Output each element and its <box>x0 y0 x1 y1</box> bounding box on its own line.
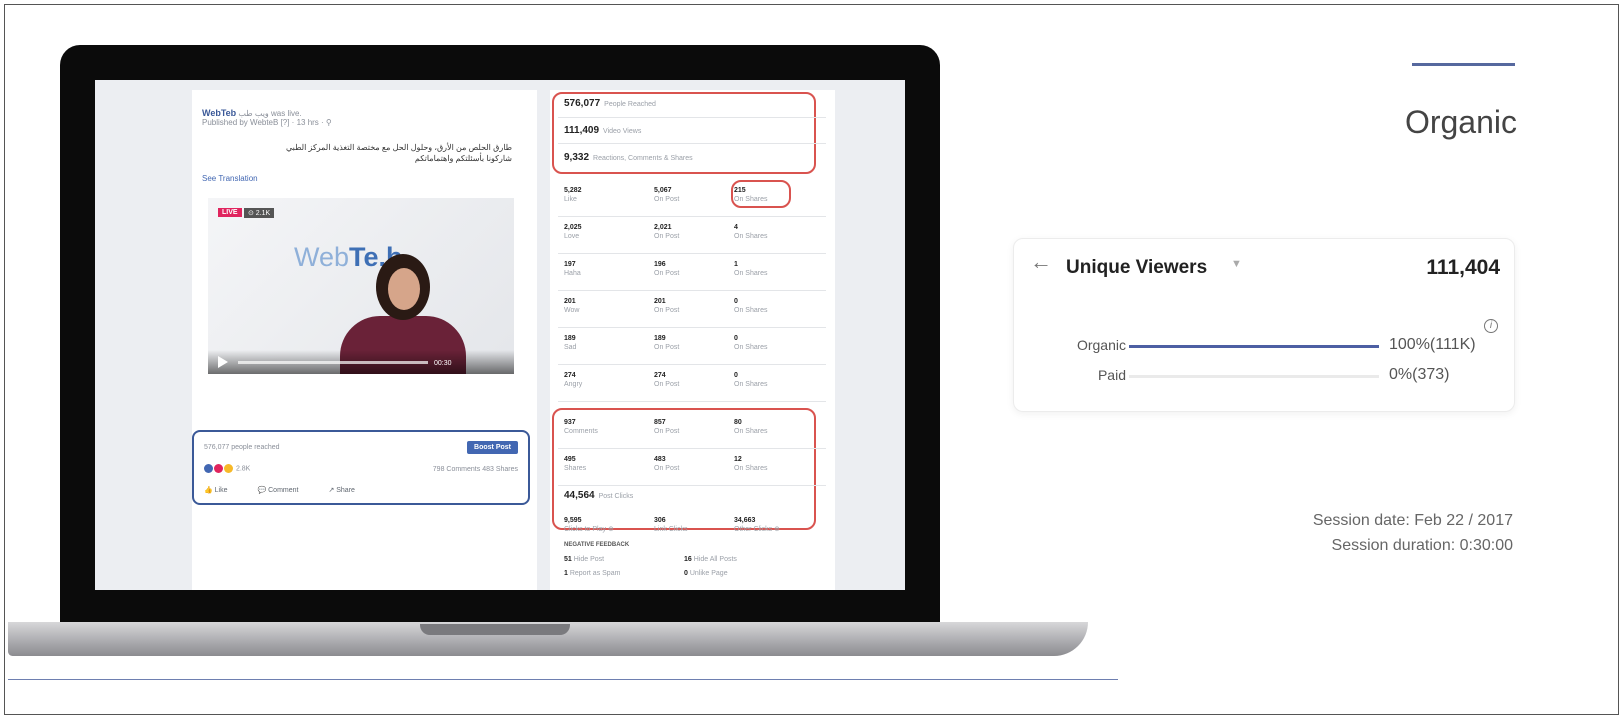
post-live-note: ويب طب was live. <box>238 109 302 118</box>
negative-feedback-title: NEGATIVE FEEDBACK <box>564 542 630 548</box>
post-text-line: شاركونا بأسئلتكم واهتماماتكم <box>414 154 512 163</box>
reaction-love-total-cell: 2,025 Love <box>564 224 582 240</box>
shares-total-cell: 495 Shares <box>564 456 587 472</box>
people-reached-metric: 576,077 People Reached <box>564 98 656 109</box>
love-reaction-icon <box>214 464 223 473</box>
post-text-line: طارق الحلص من الأرق، وحلول الحل مع مختصة… <box>286 143 512 152</box>
post-clicks-metric: 44,564 Post Clicks <box>564 490 634 501</box>
divider <box>558 216 826 217</box>
divider <box>558 253 826 254</box>
reaction-love-on-post-cell: 2,021 On Post <box>654 224 680 240</box>
organic-bar-fill <box>1129 345 1379 348</box>
live-badge: LIVE <box>218 208 242 217</box>
video-player[interactable]: LIVE ⊙ 2.1K WebTe.b 00:30 <box>208 198 514 374</box>
divider <box>558 290 826 291</box>
page-title: Organic <box>1404 104 1517 140</box>
reaction-haha-on-post-cell: 196 On Post <box>654 261 680 277</box>
reaction-angry-on-shares-cell: 0 On Shares <box>734 372 768 388</box>
reaction-sad-on-post-cell: 189 On Post <box>654 335 680 351</box>
negative-feedback-item: 51 Hide Post <box>564 556 605 563</box>
comments-shares-count[interactable]: 798 Comments 483 Shares <box>433 466 518 473</box>
comments-on-post-cell: 857 On Post <box>654 419 680 435</box>
share-button[interactable]: ↗ Share <box>328 487 355 494</box>
unique-viewers-card: ← Unique Viewers ▼ 111,404 i Organic 100… <box>1013 238 1515 412</box>
post-header: WebTeb ويب طب was live. Published by Web… <box>202 108 522 127</box>
laptop-notch <box>420 624 570 635</box>
reaction-wow-on-post-cell: 201 On Post <box>654 298 680 314</box>
negative-feedback-item: 1 Report as Spam <box>564 570 621 577</box>
divider <box>558 485 826 486</box>
organic-value: 100%(111K) <box>1389 336 1476 353</box>
see-translation-link[interactable]: See Translation <box>202 174 258 183</box>
comments-on-shares-cell: 80 On Shares <box>734 419 768 435</box>
shares-on-post-cell: 483 On Post <box>654 456 680 472</box>
info-icon[interactable]: i <box>1484 319 1498 333</box>
divider <box>558 117 826 118</box>
paid-value: 0%(373) <box>1389 366 1450 383</box>
paid-label: Paid <box>1097 367 1126 383</box>
comments-total-cell: 937 Comments <box>564 419 598 435</box>
floor-line <box>8 679 1118 680</box>
session-duration: Session duration: 0:30:00 <box>1331 537 1513 554</box>
back-arrow-icon[interactable]: ← <box>1030 249 1052 275</box>
reaction-angry-total-cell: 274 Angry <box>564 372 583 388</box>
shares-on-shares-cell: 12 On Shares <box>734 456 768 472</box>
accent-line <box>1412 63 1515 66</box>
reaction-love-on-shares-cell: 4 On Shares <box>734 224 768 240</box>
session-date: Session date: Feb 22 / 2017 <box>1312 512 1513 529</box>
post-insights-panel: 576,077 People Reached 111,409 Video Views… <box>550 90 835 590</box>
click-metric-cell: 306 Link Clicks <box>654 517 688 533</box>
haha-reaction-icon <box>224 464 233 473</box>
divider <box>558 364 826 365</box>
post-actions: 👍 Like 💬 Comment ↗ Share <box>204 486 524 494</box>
presenter-face <box>388 268 420 310</box>
organic-bar <box>1129 345 1379 348</box>
play-icon[interactable] <box>218 356 228 368</box>
reaction-haha-on-shares-cell: 1 On Shares <box>734 261 768 277</box>
reactions-metric: 9,332 Reactions, Comments & Shares <box>564 152 693 163</box>
unique-viewers-total: 111,404 <box>1426 256 1500 279</box>
video-progress-bar[interactable] <box>238 361 428 364</box>
reaction-wow-total-cell: 201 Wow <box>564 298 580 314</box>
reaction-like-on-post-cell: 5,067 On Post <box>654 187 680 203</box>
click-metric-cell: 34,663 Other Clicks ⊕ <box>734 517 780 533</box>
people-reached-text: 576,077 people reached <box>204 444 280 451</box>
negative-feedback-item: 16 Hide All Posts <box>684 556 737 563</box>
video-views-metric: 111,409 Video Views <box>564 125 642 136</box>
reaction-sad-total-cell: 189 Sad <box>564 335 577 351</box>
reaction-angry-on-post-cell: 274 On Post <box>654 372 680 388</box>
post-text: طارق الحلص من الأرق، وحلول الحل مع مختصة… <box>202 142 512 164</box>
facebook-post: WebTeb ويب طب was live. Published by Web… <box>192 90 537 590</box>
reaction-haha-total-cell: 197 Haha <box>564 261 581 277</box>
comment-button[interactable]: 💬 Comment <box>257 487 298 494</box>
reactions-count: 2.8K <box>235 465 251 473</box>
boost-post-button[interactable]: Boost Post <box>467 441 518 454</box>
like-button[interactable]: 👍 Like <box>204 487 228 494</box>
reaction-like-total-cell: 5,282 Like <box>564 187 582 203</box>
laptop-screen: WebTeb ويب طب was live. Published by Web… <box>95 80 905 590</box>
divider <box>558 401 826 402</box>
metric-dropdown[interactable]: Unique Viewers <box>1066 257 1207 279</box>
negative-feedback-item: 0 Unlike Page <box>684 570 728 577</box>
divider <box>558 143 826 144</box>
organic-label: Organic <box>1076 337 1126 353</box>
click-metric-cell: 9,595 Clicks to Play ⊕ <box>564 517 614 533</box>
reactions-summary[interactable]: 2.8K <box>204 464 250 473</box>
page-name-link[interactable]: WebTeb <box>202 108 236 118</box>
reaction-sad-on-shares-cell: 0 On Shares <box>734 335 768 351</box>
paid-bar <box>1129 375 1379 378</box>
post-published-line: Published by WebteB [?] · 13 hrs · ⚲ <box>202 118 332 127</box>
divider <box>558 327 826 328</box>
engagement-box: 576,077 people reached Boost Post 2.8K 7… <box>192 430 530 505</box>
like-reaction-icon <box>204 464 213 473</box>
reaction-wow-on-shares-cell: 0 On Shares <box>734 298 768 314</box>
chevron-down-icon[interactable]: ▼ <box>1231 258 1242 270</box>
reaction-like-on-shares-cell: 215 On Shares <box>734 187 768 203</box>
views-badge: ⊙ 2.1K <box>244 208 275 218</box>
divider <box>558 448 826 449</box>
video-time: 00:30 <box>434 360 452 367</box>
